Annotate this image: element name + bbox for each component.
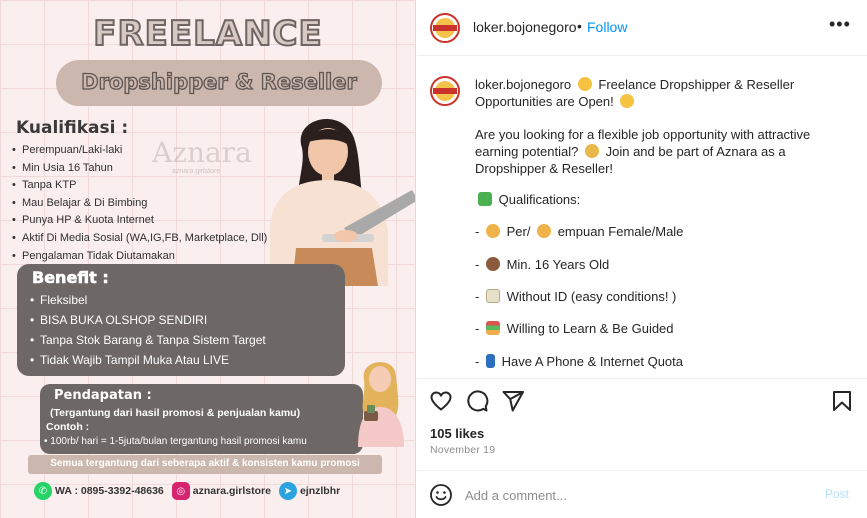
post-panel: loker.bojonegoro • Follow ••• loker.bojo…	[417, 0, 867, 518]
separator-dot: •	[577, 18, 582, 34]
example-text: • 100rb/ hari = 1-5juta/bulan tergantung…	[44, 436, 307, 447]
caption-area[interactable]: loker.bojonegoro Freelance Dropshipper &…	[417, 56, 867, 378]
sparkles-emoji-icon	[620, 94, 635, 108]
footer-note: Semua tergantung dari seberapa aktif & k…	[50, 458, 360, 469]
avatar[interactable]	[430, 13, 460, 43]
caption-item: - Per/ empuan Female/Male	[475, 223, 683, 240]
qualifications-heading: Kualifikasi :	[16, 118, 129, 138]
caption-avatar[interactable]	[430, 76, 460, 106]
likes-count[interactable]: 105 likes	[430, 426, 484, 441]
woman-laptop-illustration	[270, 119, 415, 286]
sparkles-emoji-icon	[577, 77, 592, 91]
benefit-list: Fleksibel BISA BUKA OLSHOP SENDIRI Tanpa…	[30, 290, 266, 370]
username-link[interactable]: loker.bojonegoro	[473, 19, 577, 35]
heart-icon[interactable]	[429, 389, 453, 413]
benefit-item: BISA BUKA OLSHOP SENDIRI	[30, 310, 266, 330]
post-image[interactable]: FREELANCE Dropshipper & Reseller Kualifi…	[0, 0, 416, 518]
caption-item: - Have A Phone & Internet Quota	[475, 353, 683, 370]
books-emoji-icon	[485, 321, 500, 335]
phone-emoji-icon	[485, 354, 495, 368]
item-prefix: -	[475, 224, 480, 239]
poster-title: FREELANCE	[92, 13, 323, 55]
girl-money-illustration	[358, 362, 404, 447]
whatsapp-icon: ✆	[34, 482, 52, 500]
qualification-item: Tanpa KTP	[12, 177, 267, 195]
qualification-item: Aktif Di Media Sosial (WA,IG,FB, Marketp…	[12, 230, 267, 248]
item-prefix: -	[475, 289, 480, 304]
memo-emoji-icon	[485, 289, 500, 303]
item-prefix: -	[475, 354, 480, 369]
whatsapp-number: WA : 0895-3392-48636	[55, 485, 164, 497]
man-emoji-icon	[537, 224, 552, 238]
comment-bar: Post	[417, 470, 867, 518]
item-text: empuan Female/Male	[557, 224, 684, 239]
caption-item: - Min. 16 Years Old	[475, 256, 609, 273]
item-prefix: -	[475, 321, 480, 336]
item-text: Min. 16 Years Old	[506, 257, 610, 272]
qualification-item: Pengalaman Tidak Diutamakan	[12, 248, 267, 266]
item-text: Willing to Learn & Be Guided	[506, 321, 674, 336]
caption-intro: loker.bojonegoro Freelance Dropshipper &…	[475, 76, 851, 110]
whatsapp-contact: ✆ WA : 0895-3392-48636	[34, 482, 164, 500]
bookmark-icon[interactable]	[830, 389, 854, 413]
caption-username[interactable]: loker.bojonegoro	[475, 77, 571, 92]
cake-emoji-icon	[485, 257, 500, 271]
item-text: Have A Phone & Internet Quota	[501, 354, 683, 369]
instagram-icon: ◎	[171, 482, 190, 500]
telegram-handle: ejnzlbhr	[299, 485, 341, 497]
instagram-contact: ◎ aznara.girlstore	[171, 482, 271, 500]
caption-item: - Willing to Learn & Be Guided	[475, 320, 674, 337]
action-bar	[417, 378, 867, 423]
caption-paragraph: Are you looking for a flexible job oppor…	[475, 126, 851, 177]
emoji-icon[interactable]	[429, 483, 453, 507]
post-date[interactable]: November 19	[430, 444, 495, 456]
telegram-icon: ➤	[278, 482, 297, 500]
qualification-item: Mau Belajar & Di Bimbing	[12, 195, 267, 213]
watermark-subtext: aznara.girlstore	[172, 168, 221, 175]
post-header: loker.bojonegoro • Follow •••	[417, 0, 867, 56]
comment-input[interactable]	[465, 484, 805, 506]
comment-icon[interactable]	[465, 389, 489, 413]
item-text: Without ID (easy conditions! )	[506, 289, 677, 304]
benefit-item: Fleksibel	[30, 290, 266, 310]
caption-qualifications: Qualifications:	[475, 191, 580, 208]
follow-button[interactable]: Follow	[587, 19, 627, 35]
instagram-handle: aznara.girlstore	[192, 485, 271, 497]
share-icon[interactable]	[501, 389, 525, 413]
contact-row: ✆ WA : 0895-3392-48636 ◎ aznara.girlstor…	[34, 482, 348, 500]
benefit-item: Tanpa Stok Barang & Tanpa Sistem Target	[30, 330, 266, 350]
example-heading: Contoh :	[46, 421, 90, 433]
qualification-item: Punya HP & Kuota Internet	[12, 212, 267, 230]
woman-emoji-icon	[485, 224, 500, 238]
qualifications-label: Qualifications:	[498, 192, 581, 207]
caption-item: - Without ID (easy conditions! )	[475, 288, 676, 305]
more-options-icon[interactable]: •••	[829, 14, 851, 35]
watermark-logo: Aznara	[152, 136, 252, 169]
item-prefix: -	[475, 257, 480, 272]
money-bag-emoji-icon	[584, 144, 599, 158]
benefit-heading: Benefit :	[32, 268, 109, 288]
benefit-item: Tidak Wajib Tampil Muka Atau LIVE	[30, 350, 266, 370]
income-note: (Tergantung dari hasil promosi & penjual…	[50, 407, 301, 419]
telegram-contact: ➤ ejnzlbhr	[278, 482, 341, 500]
income-heading: Pendapatan :	[54, 388, 152, 403]
check-mark-emoji-icon	[478, 192, 492, 206]
poster-subtitle: Dropshipper & Reseller	[81, 69, 358, 94]
post-comment-button[interactable]: Post	[825, 487, 849, 501]
item-pre: Per/	[506, 224, 531, 239]
